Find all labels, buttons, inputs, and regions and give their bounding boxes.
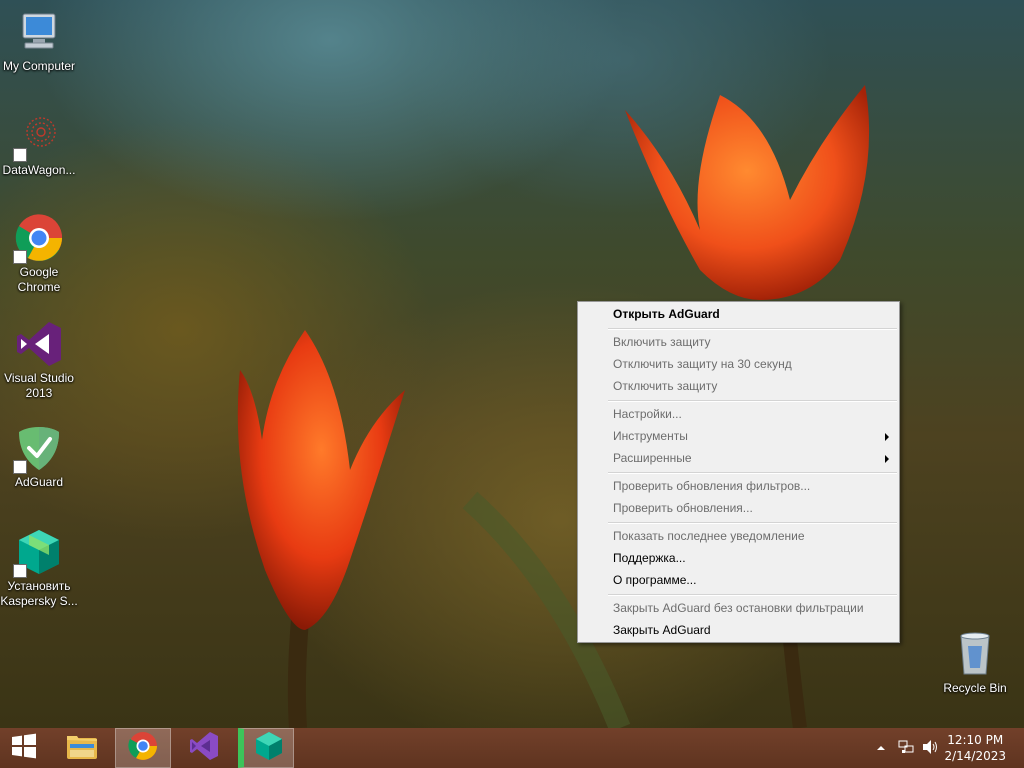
menu-item-enable-protection[interactable]: Включить защиту xyxy=(578,331,899,353)
menu-item-tools[interactable]: Инструменты xyxy=(578,425,899,447)
menu-item-exit-keep-filtering[interactable]: Закрыть AdGuard без остановки фильтрации xyxy=(578,597,899,619)
menu-item-settings[interactable]: Настройки... xyxy=(578,403,899,425)
visual-studio-icon xyxy=(15,320,63,368)
shortcut-arrow-icon xyxy=(13,460,27,474)
menu-item-support[interactable]: Поддержка... xyxy=(578,547,899,569)
desktop-icon-recycle-bin[interactable]: Recycle Bin xyxy=(936,630,1014,696)
menu-separator xyxy=(608,472,897,474)
menu-item-open-adguard[interactable]: Открыть AdGuard xyxy=(578,303,899,325)
start-button[interactable] xyxy=(0,728,48,768)
file-explorer-icon xyxy=(65,731,99,765)
shortcut-arrow-icon xyxy=(13,250,27,264)
adguard-tray-context-menu: Открыть AdGuard Включить защиту Отключит… xyxy=(577,301,900,643)
kaspersky-icon xyxy=(254,731,284,765)
submenu-arrow-icon xyxy=(885,455,889,463)
desktop-icon-visual-studio[interactable]: Visual Studio 2013 xyxy=(0,320,78,401)
menu-item-exit-adguard[interactable]: Закрыть AdGuard xyxy=(578,619,899,641)
menu-separator xyxy=(608,522,897,524)
menu-item-about[interactable]: О программе... xyxy=(578,569,899,591)
recycle-bin-icon xyxy=(951,630,999,678)
desktop-icon-my-computer[interactable]: My Computer xyxy=(0,8,78,74)
taskbar-kaspersky[interactable] xyxy=(238,728,294,768)
menu-separator xyxy=(608,594,897,596)
taskbar-chrome[interactable] xyxy=(115,728,171,768)
desktop-icon-label: Recycle Bin xyxy=(943,681,1007,695)
taskbar-clock[interactable]: 12:10 PM 2/14/2023 xyxy=(944,732,1006,764)
network-icon[interactable] xyxy=(898,739,914,758)
system-tray xyxy=(870,728,950,768)
desktop-icon-label: My Computer xyxy=(2,59,76,73)
clock-time: 12:10 PM xyxy=(947,733,1004,747)
chrome-icon xyxy=(128,731,158,765)
clock-date: 2/14/2023 xyxy=(944,749,1006,763)
desktop-icon-label: Visual Studio 2013 xyxy=(4,371,74,400)
desktop-icon-google-chrome[interactable]: Google Chrome xyxy=(0,214,78,295)
datawagon-icon xyxy=(13,112,63,162)
taskbar-visual-studio[interactable] xyxy=(176,728,232,768)
start-icon xyxy=(11,733,37,763)
desktop-icon-label: DataWagon... xyxy=(2,163,76,177)
menu-item-label: Инструменты xyxy=(613,429,688,443)
taskbar-file-explorer[interactable] xyxy=(54,728,110,768)
desktop-icon-kaspersky-install[interactable]: Установить Kaspersky S... xyxy=(0,528,78,609)
visual-studio-icon xyxy=(188,730,220,766)
show-hidden-icons-icon[interactable] xyxy=(876,742,886,756)
menu-separator xyxy=(608,400,897,402)
chrome-icon xyxy=(13,214,63,264)
desktop-icon-adguard[interactable]: AdGuard xyxy=(0,424,78,490)
submenu-arrow-icon xyxy=(885,433,889,441)
menu-item-disable-protection-30s[interactable]: Отключить защиту на 30 секунд xyxy=(578,353,899,375)
taskbar: 12:10 PM 2/14/2023 xyxy=(0,728,1024,768)
desktop-icon-datawagon[interactable]: DataWagon... xyxy=(0,112,78,178)
desktop-icon-label: Google Chrome xyxy=(17,265,61,294)
desktop-icon-label: AdGuard xyxy=(14,475,64,489)
desktop-icon-label: Установить Kaspersky S... xyxy=(0,579,78,608)
adguard-icon xyxy=(13,424,63,474)
shortcut-arrow-icon xyxy=(13,564,27,578)
shortcut-arrow-icon xyxy=(13,148,27,162)
computer-icon xyxy=(15,8,63,56)
menu-item-disable-protection[interactable]: Отключить защиту xyxy=(578,375,899,397)
menu-item-label: Расширенные xyxy=(613,451,692,465)
volume-icon[interactable] xyxy=(922,739,940,758)
menu-item-advanced[interactable]: Расширенные xyxy=(578,447,899,469)
menu-item-show-last-notification[interactable]: Показать последнее уведомление xyxy=(578,525,899,547)
menu-item-check-updates[interactable]: Проверить обновления... xyxy=(578,497,899,519)
menu-item-check-filter-updates[interactable]: Проверить обновления фильтров... xyxy=(578,475,899,497)
menu-separator xyxy=(608,328,897,330)
kaspersky-install-icon xyxy=(13,528,63,578)
